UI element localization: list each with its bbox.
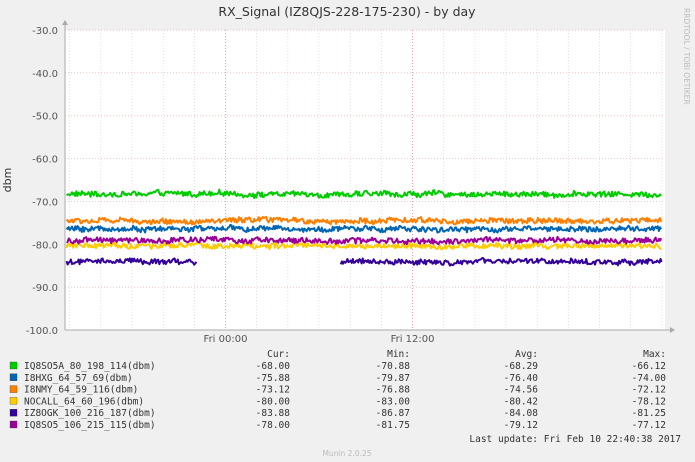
y-axis-arrow xyxy=(62,20,68,25)
plot-area xyxy=(65,30,665,330)
y-tick-label: -60.0 xyxy=(32,155,58,166)
y-tick-label: -100.0 xyxy=(26,326,58,337)
legend-cur-value: -68.00 xyxy=(256,361,291,372)
y-tick-label: -90.0 xyxy=(32,283,58,294)
y-tick-label: -80.0 xyxy=(32,240,58,251)
legend-swatch xyxy=(9,420,18,429)
legend-swatch xyxy=(9,361,18,370)
legend-cur-value: -80.00 xyxy=(256,396,291,407)
legend-swatch xyxy=(9,409,18,417)
legend-max-value: -77.12 xyxy=(632,420,666,431)
legend-series-name: I8HXG_64_57_69(dbm) xyxy=(24,373,133,384)
last-update: Last update: Fri Feb 10 22:40:38 2017 xyxy=(469,434,681,445)
legend-header-max: Max: xyxy=(643,349,666,360)
legend-swatch xyxy=(9,397,18,405)
chart-title: RX_Signal (IZ8QJS-228-175-230) - by day xyxy=(218,4,476,19)
legend-avg-value: -76.40 xyxy=(504,373,539,384)
legend-cur-value: -83.88 xyxy=(256,408,291,419)
legend-max-value: -72.12 xyxy=(632,385,666,396)
rrdtool-credit: RRDTOOL / TOBI OETIKER xyxy=(682,8,691,105)
legend-max-value: -81.25 xyxy=(632,408,666,419)
legend-header-cur: Cur: xyxy=(267,349,290,360)
legend-min-value: -79.87 xyxy=(376,373,410,384)
legend-series-name: IQ8SO5A_80_198_114(dbm) xyxy=(24,361,156,372)
legend-cur-value: -78.00 xyxy=(256,420,291,431)
legend-min-value: -81.75 xyxy=(376,420,410,431)
legend-min-value: -83.00 xyxy=(376,396,411,407)
legend-max-value: -74.00 xyxy=(632,373,667,384)
x-tick-label: Fri 12:00 xyxy=(391,334,435,345)
legend-series-name: NOCALL_64_60_196(dbm) xyxy=(24,396,144,407)
legend-cur-value: -75.88 xyxy=(256,373,291,384)
x-tick-label: Fri 00:00 xyxy=(204,334,248,345)
legend-series-name: I8NMY_64_59_116(dbm) xyxy=(24,385,138,396)
legend-min-value: -86.87 xyxy=(376,408,410,419)
legend-avg-value: -68.29 xyxy=(504,361,539,372)
rx-signal-chart: -30.0 -40.0 -50.0 -60.0 -70.0 -80.0 -90.0 -100.… xyxy=(1,4,691,458)
legend-min-value: -70.88 xyxy=(376,361,411,372)
legend-swatch xyxy=(9,373,18,381)
x-axis-arrow xyxy=(670,327,675,333)
legend-header-min: Min: xyxy=(387,349,410,360)
y-tick-label: -30.0 xyxy=(32,26,58,37)
legend-avg-value: -84.08 xyxy=(504,408,539,419)
munin-version: Munin 2.0.25 xyxy=(322,449,371,458)
y-axis-label: dbm xyxy=(1,168,14,193)
legend-swatch xyxy=(9,385,18,393)
legend-series-name: IZ8OGK_100_216_187(dbm) xyxy=(24,408,156,419)
legend-cur-value: -73.12 xyxy=(256,385,290,396)
legend-max-value: -78.12 xyxy=(632,396,666,407)
y-tick-label: -70.0 xyxy=(32,197,58,208)
legend-min-value: -76.88 xyxy=(376,385,411,396)
legend-max-value: -66.12 xyxy=(632,361,666,372)
legend-header-avg: Avg: xyxy=(515,349,538,360)
legend-avg-value: -80.42 xyxy=(504,396,538,407)
legend-avg-value: -79.12 xyxy=(504,420,538,431)
legend-series-name: IQ8SO5_106_215_115(dbm) xyxy=(24,420,156,431)
y-tick-label: -40.0 xyxy=(32,69,58,80)
legend-avg-value: -74.56 xyxy=(504,385,539,396)
y-tick-label: -50.0 xyxy=(32,112,58,123)
